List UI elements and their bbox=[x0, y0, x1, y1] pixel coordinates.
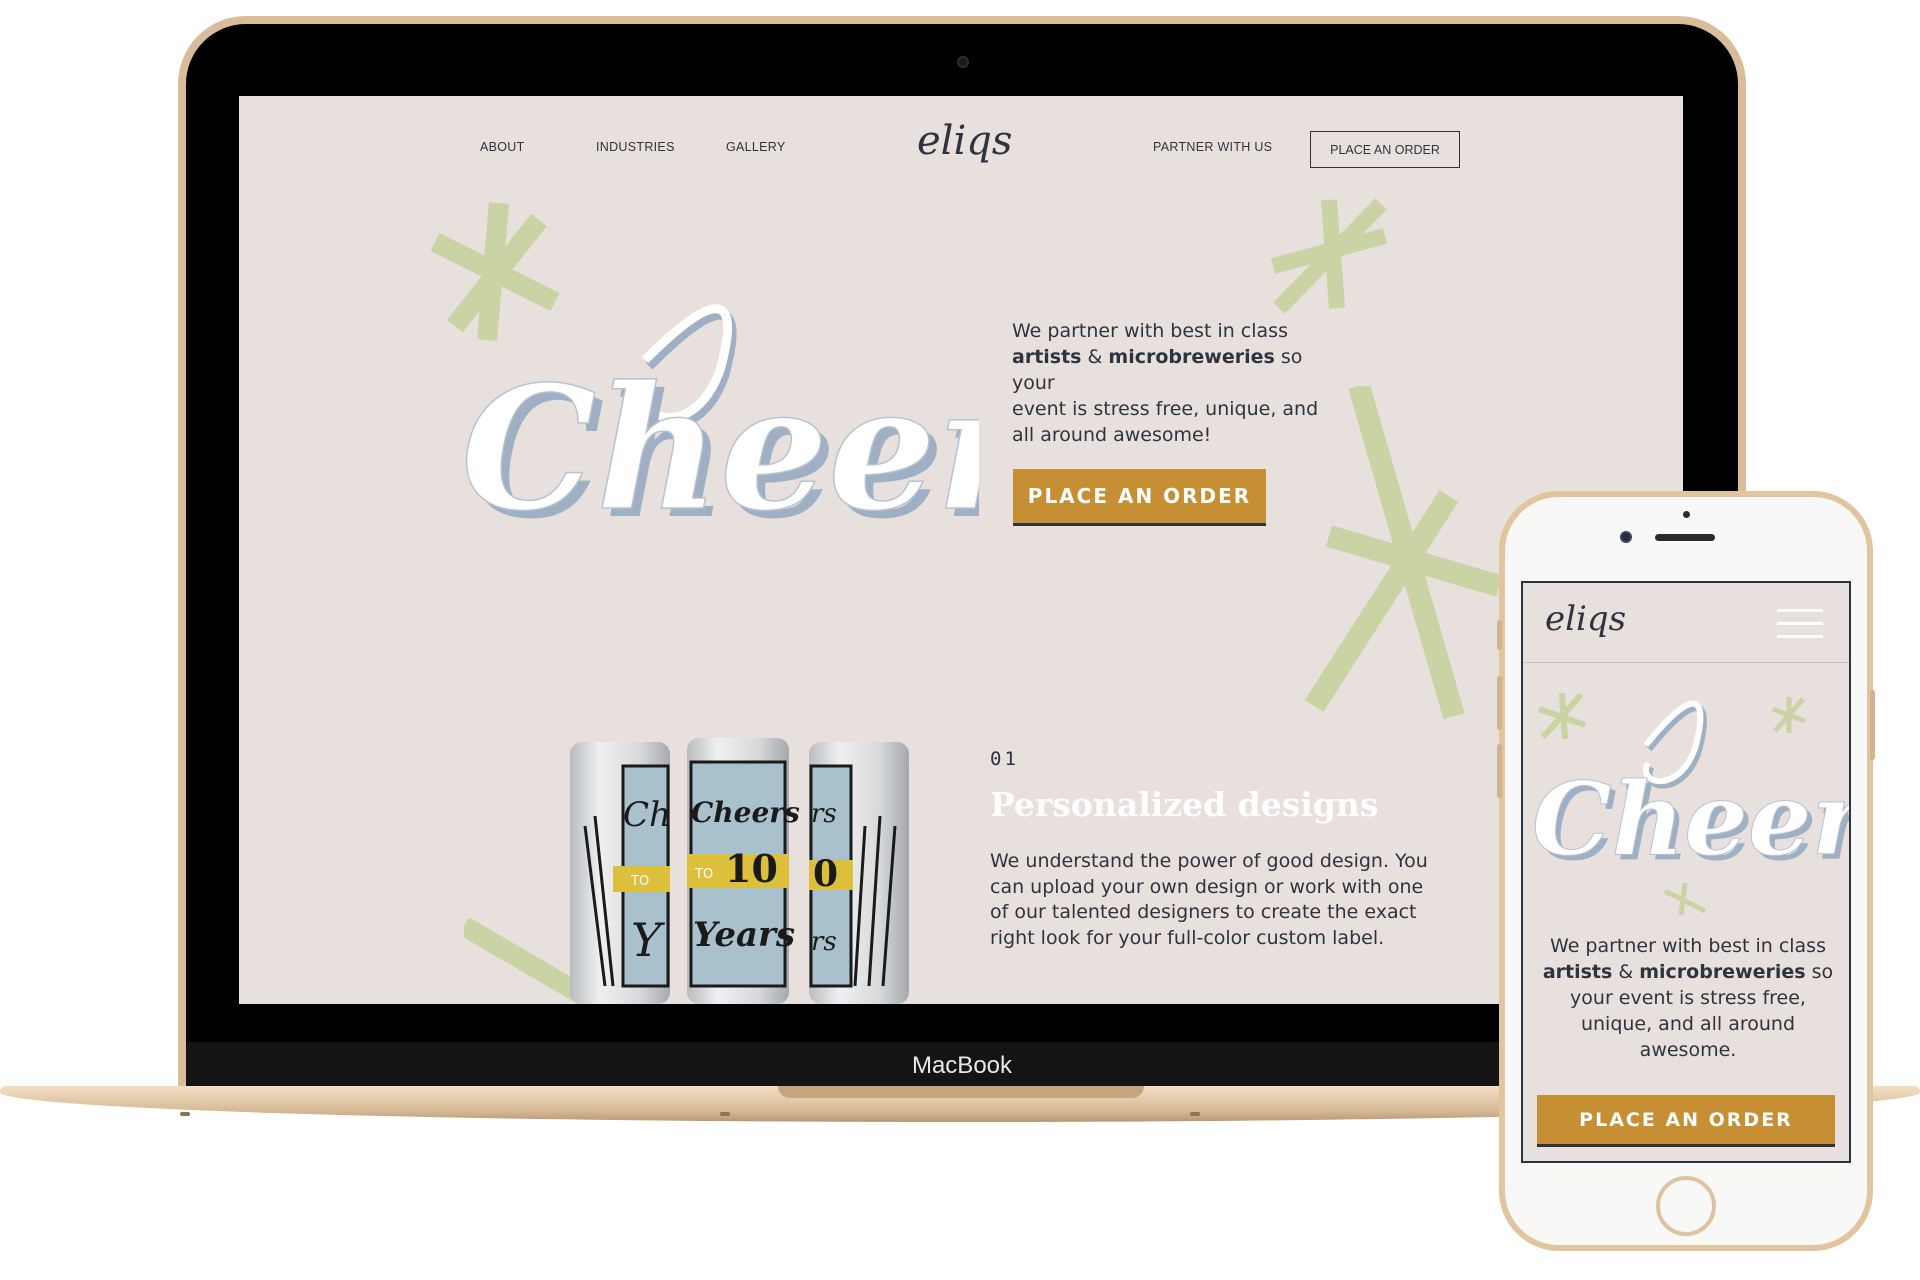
macbook-foot bbox=[180, 1112, 190, 1116]
nav-partner[interactable]: PARTNER WITH US bbox=[1153, 140, 1272, 154]
can-left-y: Y bbox=[631, 913, 666, 967]
nav-place-order-button[interactable]: PLACE AN ORDER bbox=[1310, 131, 1460, 168]
mobile-cheers-lettering: Cheers! Cheers! bbox=[1532, 700, 1849, 883]
macbook-foot bbox=[1190, 1112, 1200, 1116]
asterisk-decoration-icon bbox=[1270, 198, 1388, 314]
mobile-hero-line-5: awesome. bbox=[1639, 1039, 1737, 1061]
mobile-screen: eliqs Cheers! Cheers! We partner with be… bbox=[1521, 581, 1851, 1163]
nav-gallery[interactable]: GALLERY bbox=[726, 140, 786, 154]
macbook-notch bbox=[778, 1086, 1144, 1098]
can-center-to: TO bbox=[694, 867, 713, 882]
mobile-header: eliqs bbox=[1523, 583, 1849, 663]
mobile-hero-bold-microbreweries: microbreweries bbox=[1639, 961, 1806, 983]
macbook-camera bbox=[957, 56, 969, 68]
mobile-cheers-text: Cheers! bbox=[1532, 760, 1849, 878]
cheers-lettering-text: Cheers! bbox=[461, 349, 979, 549]
iphone-camera bbox=[1620, 531, 1632, 543]
desktop-screen: ABOUT INDUSTRIES GALLERY eliqs PARTNER W… bbox=[239, 96, 1683, 1004]
product-cans-image: Ch TO Y Cheers TO 10 Years rs 0 rs bbox=[570, 738, 909, 1004]
section-title: Personalized designs bbox=[990, 785, 1379, 824]
hero-bold-microbreweries: microbreweries bbox=[1108, 346, 1275, 368]
can-center-years: Years bbox=[693, 915, 795, 955]
hero-line-4: all around awesome! bbox=[1012, 424, 1212, 446]
mobile-logo[interactable]: eliqs bbox=[1545, 599, 1626, 639]
hero-line-1: We partner with best in class bbox=[1012, 320, 1288, 342]
hamburger-menu-icon[interactable] bbox=[1777, 609, 1823, 639]
section-number: 01 bbox=[990, 748, 1019, 770]
mobile-hero-line-2-rest: so bbox=[1805, 961, 1834, 983]
can-left-to: TO bbox=[630, 874, 649, 889]
mobile-place-order-button[interactable]: PLACE AN ORDER bbox=[1537, 1095, 1835, 1147]
hero-copy: We partner with best in class artists & … bbox=[1012, 318, 1342, 448]
hero-line-3: event is stress free, unique, and bbox=[1012, 398, 1319, 420]
hero-amp: & bbox=[1081, 346, 1109, 368]
mobile-hero-line-1: We partner with best in class bbox=[1550, 935, 1826, 957]
can-right-text: rs bbox=[811, 799, 837, 829]
mobile-hero-amp: & bbox=[1612, 961, 1640, 983]
iphone-speaker bbox=[1655, 534, 1715, 541]
section-text: We understand the power of good design. … bbox=[990, 850, 1428, 949]
iphone-side-button bbox=[1497, 676, 1502, 730]
iphone-side-button bbox=[1497, 744, 1502, 798]
logo[interactable]: eliqs bbox=[917, 118, 1012, 164]
can-right-number: 0 bbox=[813, 853, 838, 895]
can-center-number: 10 bbox=[725, 846, 778, 891]
can-right-text-2: rs bbox=[811, 927, 837, 957]
nav-industries[interactable]: INDUSTRIES bbox=[596, 140, 675, 154]
cheers-lettering: Cheers! Cheers! bbox=[460, 304, 979, 557]
mobile-hero-copy: We partner with best in class artists & … bbox=[1533, 933, 1843, 1063]
iphone-side-button bbox=[1870, 690, 1875, 760]
iphone-home-button[interactable] bbox=[1656, 1176, 1716, 1236]
iphone-sensor bbox=[1683, 511, 1690, 518]
can-left-text: Ch bbox=[623, 795, 671, 835]
can-center-cheers: Cheers bbox=[691, 796, 800, 829]
mobile-hero-line-3: your event is stress free, bbox=[1570, 987, 1806, 1009]
macbook-foot bbox=[720, 1112, 730, 1116]
mobile-hero-bold-artists: artists bbox=[1542, 961, 1613, 983]
hero-bold-artists: artists bbox=[1012, 346, 1082, 368]
nav-about[interactable]: ABOUT bbox=[480, 140, 525, 154]
hero-place-order-button[interactable]: PLACE AN ORDER bbox=[1013, 469, 1266, 526]
mobile-hero-line-4: unique, and all around bbox=[1580, 1013, 1796, 1035]
iphone-side-button bbox=[1497, 620, 1502, 650]
